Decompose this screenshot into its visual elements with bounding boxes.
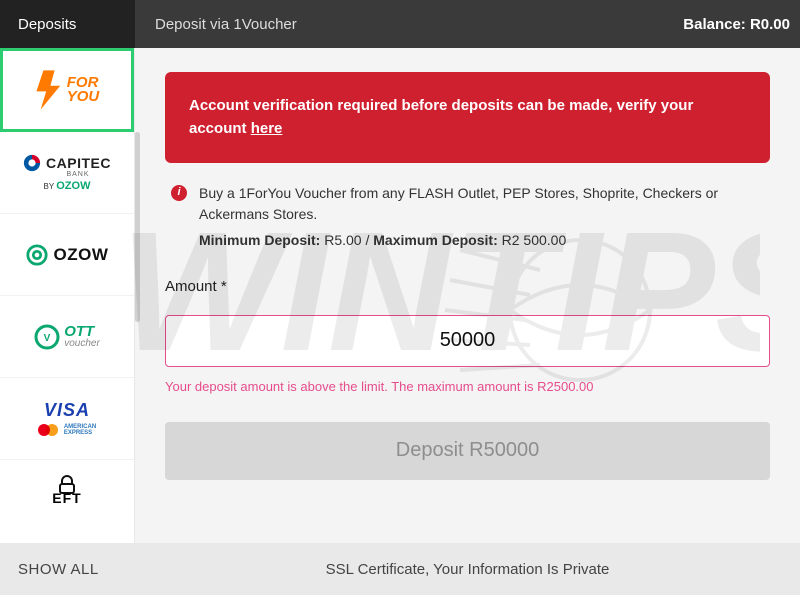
tab-deposits[interactable]: Deposits [0, 0, 135, 48]
page-title: Deposit via 1Voucher [135, 16, 683, 33]
footer: SHOW ALL SSL Certificate, Your Informati… [0, 543, 800, 595]
top-bar: Deposits Deposit via 1Voucher Balance: R… [0, 0, 800, 48]
amount-input[interactable] [165, 315, 770, 367]
mastercard-icon [38, 423, 60, 437]
payment-method-sidebar: FORYOU CAPITEC BANK BY OZOW OZOW V OT [0, 48, 135, 543]
scrollbar[interactable] [135, 132, 140, 322]
info-icon: i [171, 185, 187, 201]
balance-label: Balance: R0.00 [683, 16, 800, 33]
sidebar-item-ozow[interactable]: OZOW [0, 214, 134, 296]
1foryou-logo: FORYOU [35, 70, 100, 110]
show-all-button[interactable]: SHOW ALL [0, 561, 135, 578]
eft-logo: EFT [52, 474, 81, 506]
sidebar-item-1foryou[interactable]: FORYOU [0, 48, 134, 132]
deposit-button[interactable]: Deposit R50000 [165, 422, 770, 480]
main-panel: Account verification required before dep… [135, 48, 800, 543]
amount-error: Your deposit amount is above the limit. … [165, 379, 770, 394]
amex-icon: AMERICANEXPRESS [64, 424, 96, 436]
ozow-logo: OZOW [26, 244, 109, 266]
cards-logo: VISA AMERICANEXPRESS [38, 400, 96, 437]
sidebar-item-cards[interactable]: VISA AMERICANEXPRESS [0, 378, 134, 460]
svg-text:V: V [44, 333, 51, 344]
amount-label: Amount * [165, 278, 770, 295]
sidebar-item-eft[interactable]: EFT [0, 460, 134, 520]
sidebar-item-ott[interactable]: V OTTvoucher [0, 296, 134, 378]
verify-link[interactable]: here [251, 120, 283, 137]
sidebar-item-capitec[interactable]: CAPITEC BANK BY OZOW [0, 132, 134, 214]
capitec-logo: CAPITEC BANK BY OZOW [23, 154, 111, 192]
ott-logo: V OTTvoucher [34, 324, 100, 350]
ssl-note: SSL Certificate, Your Information Is Pri… [135, 561, 800, 578]
info-note: i Buy a 1ForYou Voucher from any FLASH O… [165, 183, 770, 252]
verification-alert: Account verification required before dep… [165, 72, 770, 163]
